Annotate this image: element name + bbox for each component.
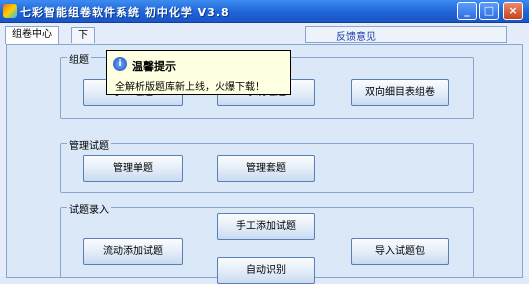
manage-group: 管理试题 管理单题 管理套题 xyxy=(60,137,474,193)
entry-group: 试题录入 流动添加试题 手工添加试题 自动识别 导入试题包 xyxy=(60,201,474,284)
two-way-table-compose-button[interactable]: 双向细目表组卷 xyxy=(351,79,449,106)
flow-add-question-button[interactable]: 流动添加试题 xyxy=(83,238,183,265)
import-question-package-button[interactable]: 导入试题包 xyxy=(351,238,449,265)
info-icon: i xyxy=(113,57,127,71)
manage-group-title: 管理试题 xyxy=(67,137,111,152)
auto-recognize-button[interactable]: 自动识别 xyxy=(217,257,315,284)
close-button[interactable]: × xyxy=(503,2,523,20)
minimize-button[interactable]: _ xyxy=(457,2,477,20)
manage-question-set-button[interactable]: 管理套题 xyxy=(217,155,315,182)
notice-tooltip[interactable]: i 温馨提示 全解析版题库新上线，火爆下载！ xyxy=(106,50,291,95)
tooltip-title: 温馨提示 xyxy=(132,60,176,73)
tab-download[interactable]: 下 xyxy=(71,27,95,43)
manual-add-question-button[interactable]: 手工添加试题 xyxy=(217,213,315,240)
maximize-button[interactable]: □ xyxy=(479,2,499,20)
entry-group-title: 试题录入 xyxy=(67,201,111,216)
feedback-link[interactable]: 反馈意见 xyxy=(336,28,376,43)
tooltip-message: 全解析版题库新上线，火爆下载！ xyxy=(115,82,265,93)
app-logo-icon xyxy=(3,4,17,18)
manage-single-question-button[interactable]: 管理单题 xyxy=(83,155,183,182)
tab-compose-center[interactable]: 组卷中心 xyxy=(5,26,59,44)
feedback-bar: 反馈意见 xyxy=(305,26,507,43)
title-bar: 七彩智能组卷软件系统 初中化学 V3.8 _ □ × xyxy=(0,0,529,23)
window-title: 七彩智能组卷软件系统 初中化学 V3.8 xyxy=(20,6,230,19)
client-area: 组卷中心 下 反馈意见 组题 手工组题 系统组题 双向细目表组卷 管理试题 管理… xyxy=(0,23,529,284)
compose-group-title: 组题 xyxy=(67,51,91,66)
